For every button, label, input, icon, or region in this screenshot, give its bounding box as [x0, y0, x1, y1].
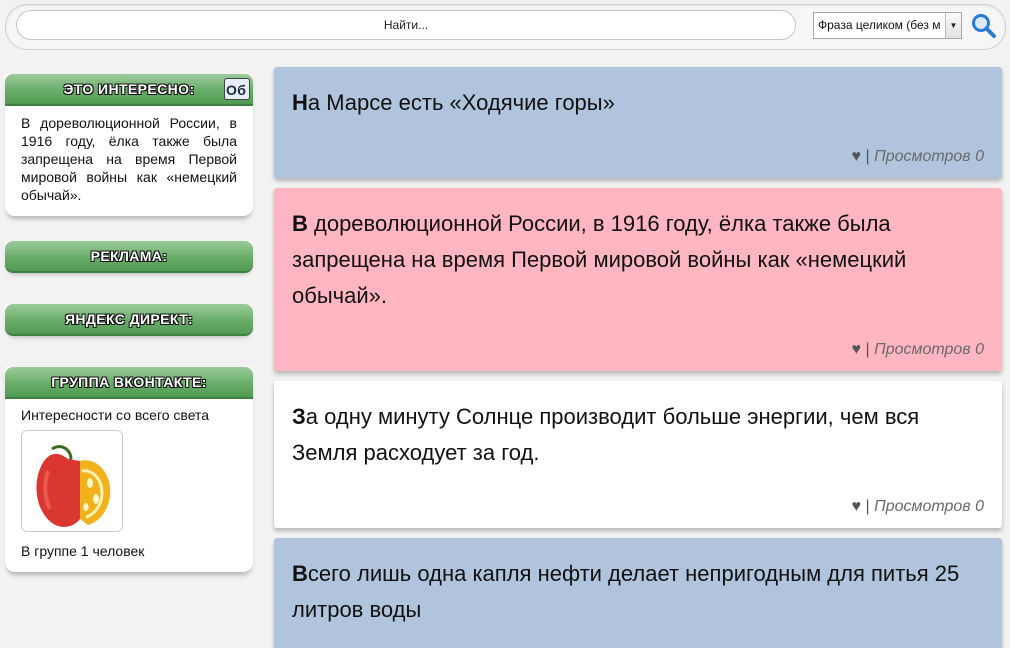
fact-card[interactable]: Всего лишь одна капля нефти делает непри… — [274, 538, 1002, 648]
fact-meta: ♥ | Просмотров 0 — [852, 498, 984, 516]
widget-vk-title: ГРУППА ВКОНТАКТЕ: — [5, 367, 253, 397]
widget-interesting-header: ЭТО ИНТЕРЕСНО: Об — [5, 74, 253, 104]
heart-icon[interactable]: ♥ — [852, 148, 862, 165]
meta-separator: | — [865, 148, 870, 165]
widget-interesting-title: ЭТО ИНТЕРЕСНО: — [63, 81, 195, 97]
widget-vk-group: ГРУППА ВКОНТАКТЕ: Интересности со всего … — [5, 367, 253, 572]
meta-separator: | — [865, 341, 870, 358]
fact-initial: В — [292, 561, 308, 586]
heart-icon[interactable]: ♥ — [852, 341, 862, 358]
widget-interesting: ЭТО ИНТЕРЕСНО: Об В дореволюционной Росс… — [5, 74, 253, 216]
views-count: Просмотров 0 — [874, 498, 984, 515]
fact-text: Всего лишь одна капля нефти делает непри… — [292, 556, 984, 628]
fact-card[interactable]: В дореволюционной России, в 1916 году, ё… — [274, 188, 1002, 371]
fact-initial: Н — [292, 90, 308, 115]
widget-yandex-direct: ЯНДЕКС ДИРЕКТ: — [5, 304, 253, 334]
meta-separator: | — [865, 498, 870, 515]
search-mode-value: Фраза целиком (без м — [818, 18, 941, 32]
fact-initial: З — [292, 404, 306, 429]
fact-meta: ♥ | Просмотров 0 — [852, 341, 984, 359]
fact-text: В дореволюционной России, в 1916 году, ё… — [292, 206, 984, 314]
widget-ads-title: РЕКЛАМА: — [5, 241, 253, 271]
fact-text: На Марсе есть «Ходячие горы» — [292, 85, 984, 121]
vk-members-count: В группе 1 человек — [21, 543, 145, 559]
widget-interesting-text: В дореволюционной России, в 1916 году, ё… — [21, 115, 237, 203]
search-input[interactable] — [16, 10, 796, 40]
fact-body: сего лишь одна капля нефти делает неприг… — [292, 561, 960, 622]
widget-yandex-direct-title: ЯНДЕКС ДИРЕКТ: — [5, 304, 253, 334]
widget-ads: РЕКЛАМА: — [5, 241, 253, 271]
search-icon[interactable] — [970, 12, 998, 40]
fact-meta: ♥ | Просмотров 0 — [852, 148, 984, 166]
search-mode-select[interactable]: Фраза целиком (без м ▼ — [813, 12, 962, 39]
fact-card[interactable]: За одну минуту Солнце производит больше … — [274, 381, 1002, 528]
fact-body: дореволюционной России, в 1916 году, ёлк… — [292, 211, 907, 308]
views-count: Просмотров 0 — [874, 341, 984, 358]
fact-text: За одну минуту Солнце производит больше … — [292, 399, 984, 471]
vk-group-avatar[interactable] — [21, 430, 123, 532]
widget-interesting-badge[interactable]: Об — [224, 78, 250, 100]
fact-body: а Марсе есть «Ходячие горы» — [307, 90, 615, 115]
chevron-down-icon: ▼ — [945, 13, 961, 38]
heart-icon[interactable]: ♥ — [852, 498, 862, 515]
views-count: Просмотров 0 — [874, 148, 984, 165]
fact-body: а одну минуту Солнце производит больше э… — [292, 404, 920, 465]
fact-initial: В — [292, 211, 308, 236]
search-bar: Фраза целиком (без м ▼ — [5, 4, 1006, 50]
fact-card[interactable]: На Марсе есть «Ходячие горы» ♥ | Просмот… — [274, 67, 1002, 178]
vk-group-name[interactable]: Интересности со всего света — [21, 406, 237, 424]
